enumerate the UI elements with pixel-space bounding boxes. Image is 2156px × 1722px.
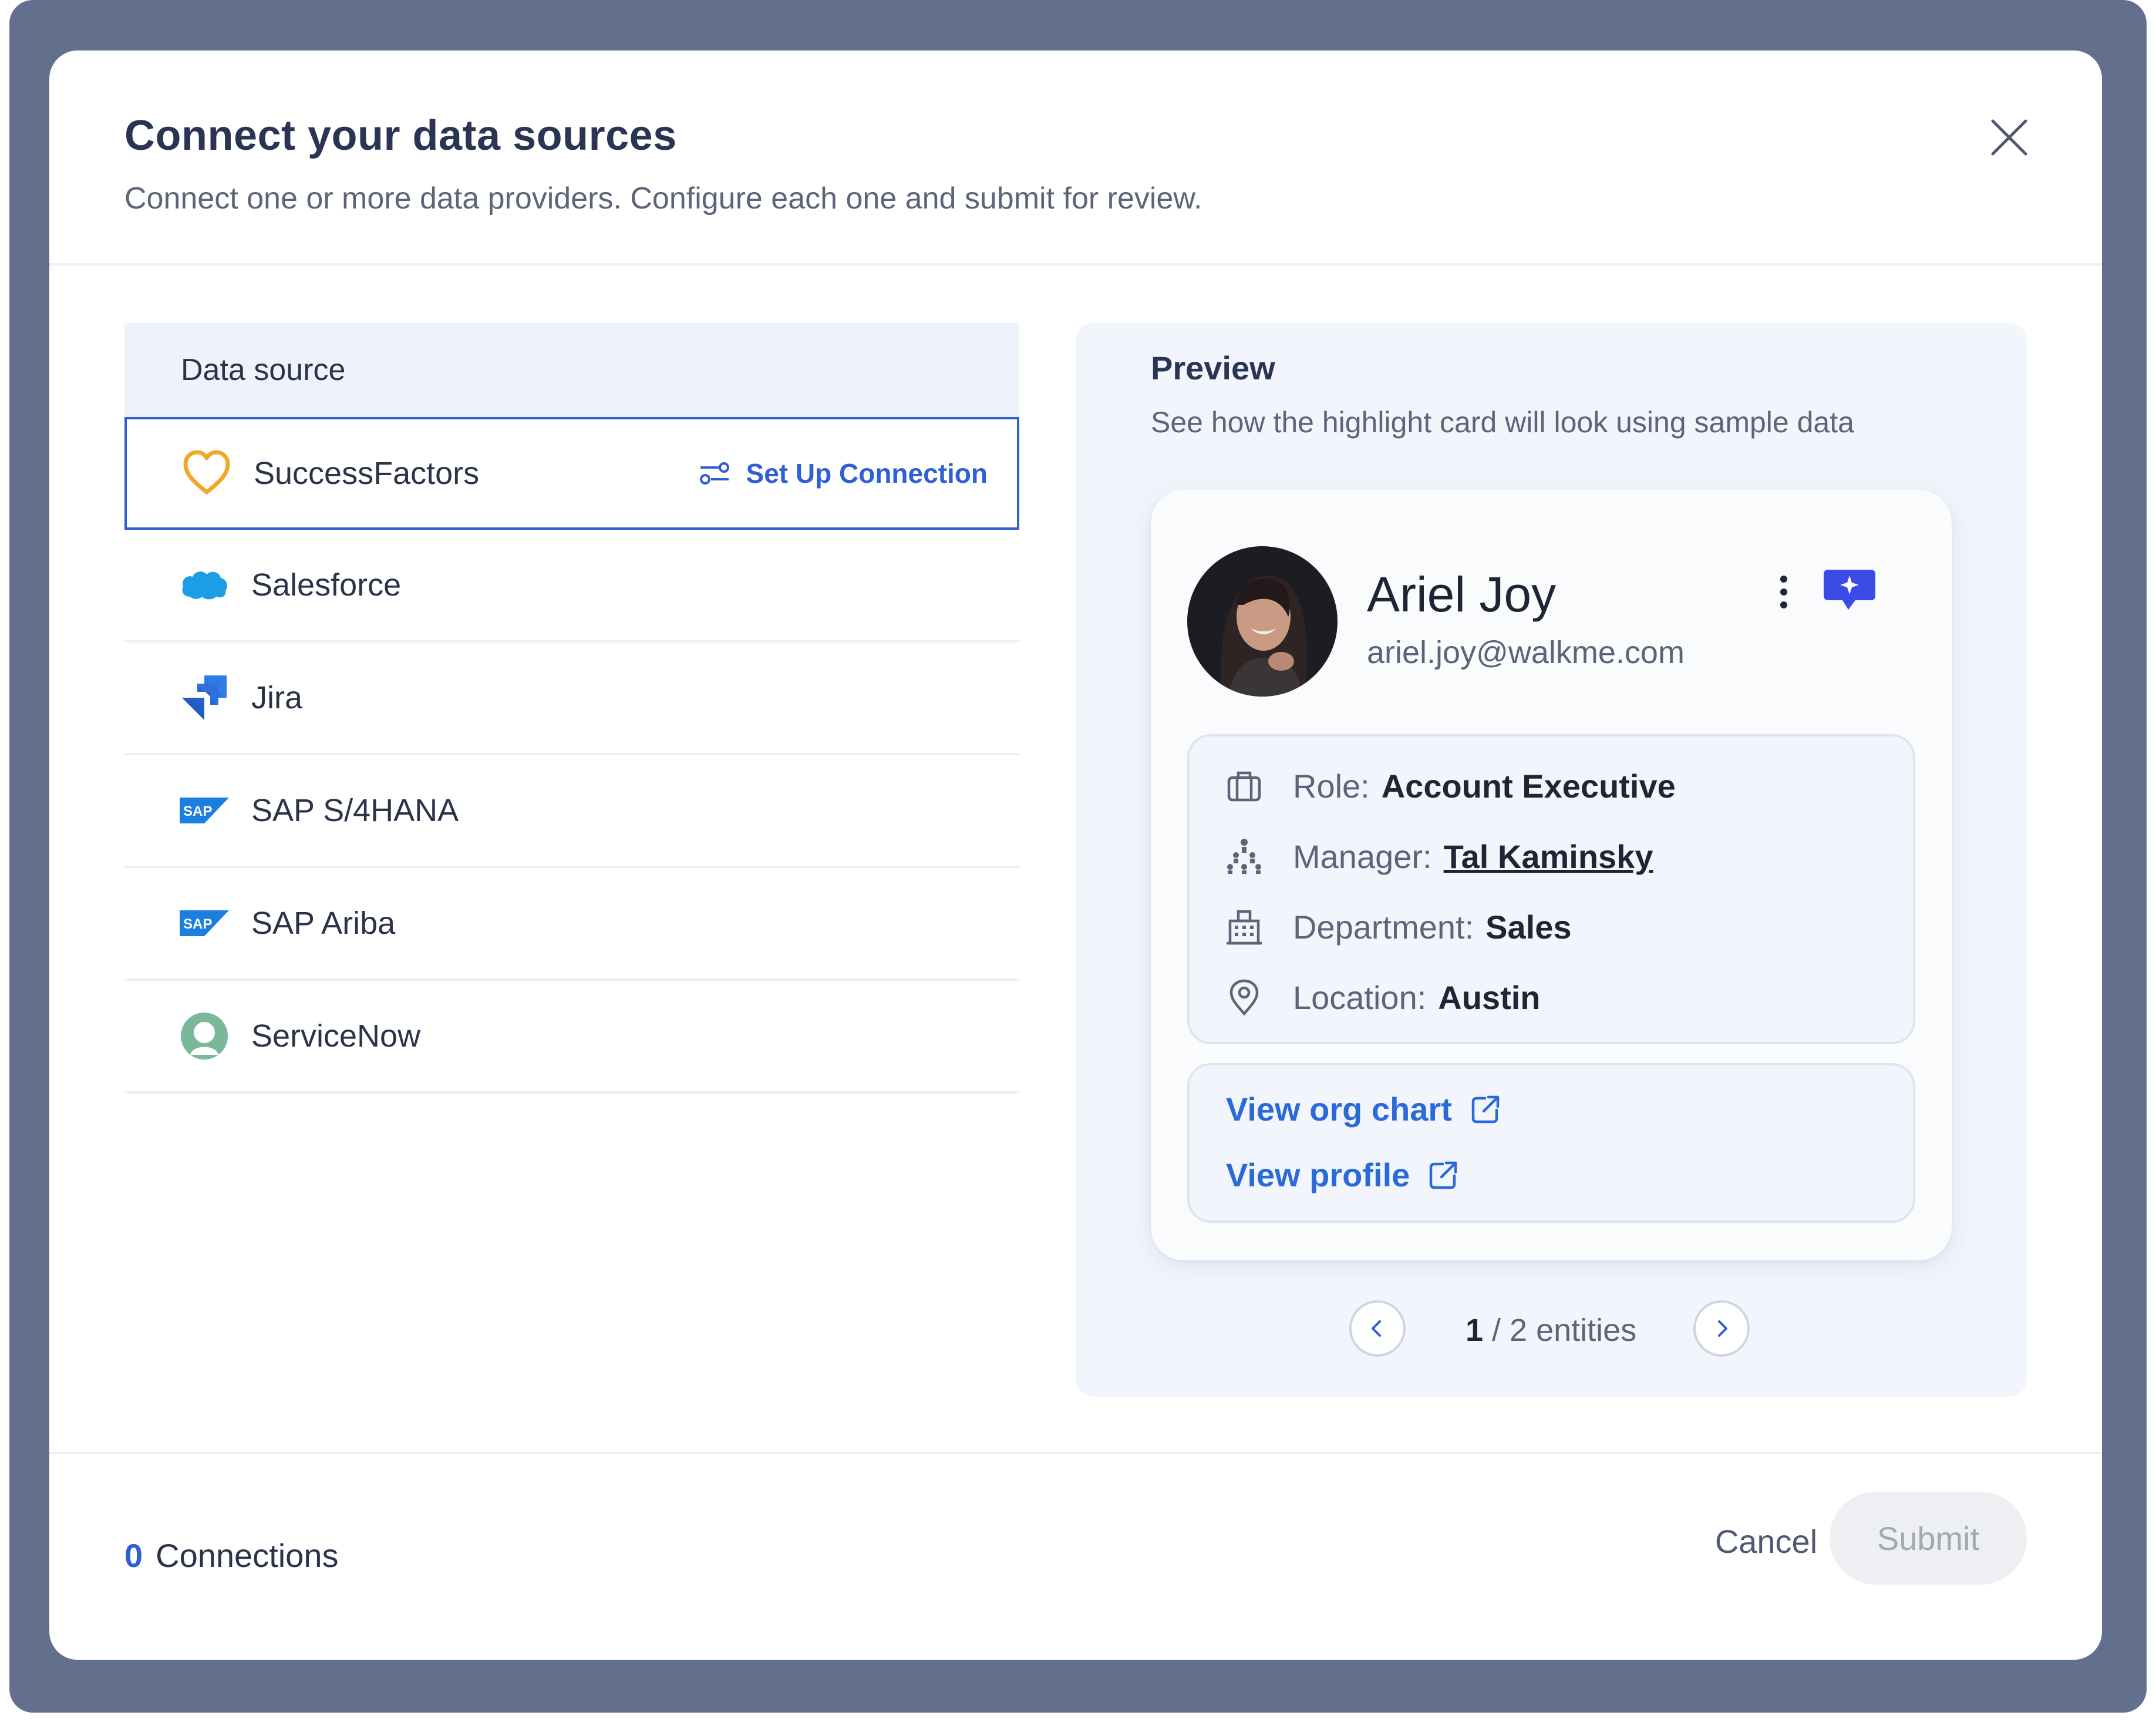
ai-assistant-button[interactable] [1820,565,1879,618]
role-value: Account Executive [1381,767,1676,805]
previous-entity-button[interactable] [1349,1300,1406,1357]
location-label: Location: [1293,978,1427,1016]
highlight-card: Ariel Joy ariel.joy@walkme.com Role: Acc… [1151,490,1952,1260]
preview-panel: Preview See how the highlight card will … [1076,323,2027,1397]
links-box: View org chart View profile [1187,1063,1915,1223]
org-chart-icon [1224,836,1265,877]
data-source-label: ServiceNow [251,1018,421,1054]
entity-counter: 1 / 2 entities [1466,1312,1636,1348]
view-profile-label: View profile [1226,1156,1410,1193]
connections-number: 0 [124,1537,143,1574]
data-source-salesforce[interactable]: Salesforce [124,530,1019,643]
submit-button[interactable]: Submit [1830,1492,2027,1585]
next-entity-button[interactable] [1693,1300,1750,1357]
data-source-label: SAP S/4HANA [251,793,459,828]
servicenow-icon [180,1011,229,1061]
close-icon [1991,119,2027,156]
person-email: ariel.joy@walkme.com [1367,635,1685,670]
preview-subtitle: See how the highlight card will look usi… [1151,406,1854,439]
entity-current: 1 [1466,1313,1484,1348]
data-source-label: Salesforce [251,567,402,603]
department-label: Department: [1293,908,1474,946]
chevron-right-icon [1718,1320,1727,1337]
external-link-icon [1430,1161,1457,1189]
manager-row: Manager: Tal Kaminsky [1224,833,1653,880]
data-source-header: Data source [124,323,1019,417]
chevron-left-icon [1372,1320,1381,1337]
connections-label: Connections [156,1537,339,1574]
sap-logo-icon: SAP [180,786,229,835]
set-up-connection-label: Set Up Connection [746,458,988,489]
view-profile-link[interactable]: View profile [1226,1156,1459,1194]
role-label: Role: [1293,767,1370,805]
data-source-sap-ariba[interactable]: SAP SAP Ariba [124,868,1019,981]
view-org-chart-link[interactable]: View org chart [1226,1090,1501,1128]
department-value: Sales [1485,908,1572,946]
data-source-successfactors[interactable]: SuccessFactors Set Up Connection [124,417,1019,530]
data-source-sap-s4hana[interactable]: SAP SAP S/4HANA [124,755,1019,868]
dialog-header: Connect your data sources Connect one or… [49,51,2102,265]
sparkle-chat-icon [1824,570,1875,610]
manager-link[interactable]: Tal Kaminsky [1444,838,1653,876]
set-up-connection-button[interactable]: Set Up Connection [698,419,988,527]
data-source-jira[interactable]: Jira [124,643,1019,755]
dialog-subtitle: Connect one or more data providers. Conf… [124,181,1202,216]
data-source-list: Data source SuccessFactors Set Up Connec… [124,323,1019,1094]
salesforce-cloud-icon [180,560,229,610]
kebab-menu-icon [1780,576,1787,608]
sliders-icon [699,462,729,485]
data-source-label: SuccessFactors [254,456,480,491]
connect-data-sources-dialog: Connect your data sources Connect one or… [49,51,2102,1660]
data-source-servicenow[interactable]: ServiceNow [124,981,1019,1094]
data-source-label: Jira [251,680,303,715]
department-row: Department: Sales [1224,903,1571,950]
details-box: Role: Account Executive Manager: Tal Kam… [1187,734,1915,1044]
dialog-footer: 0 Connections Cancel Submit [49,1452,2102,1660]
external-link-icon [1471,1095,1500,1123]
heart-icon [182,449,231,498]
manager-label: Manager: [1293,838,1432,875]
dialog-title: Connect your data sources [124,112,677,159]
entity-total: / 2 entities [1483,1313,1637,1348]
location-pin-icon [1224,977,1265,1018]
role-row: Role: Account Executive [1224,762,1676,809]
view-org-chart-label: View org chart [1226,1091,1452,1128]
location-row: Location: Austin [1224,974,1541,1021]
building-icon [1224,906,1265,947]
close-button[interactable] [1987,115,2032,160]
svg-text:SAP: SAP [183,916,212,932]
sap-logo-icon: SAP [180,899,229,948]
person-name: Ariel Joy [1367,567,1557,622]
preview-title: Preview [1151,349,1275,386]
entity-pager: 1 / 2 entities [1076,1300,2027,1359]
jira-icon [180,673,229,722]
more-options-button[interactable] [1773,570,1794,617]
connections-count: 0 Connections [124,1536,338,1575]
avatar [1187,546,1338,697]
svg-text:SAP: SAP [183,803,212,819]
data-source-label: SAP Ariba [251,906,396,941]
location-value: Austin [1438,978,1541,1016]
briefcase-icon [1224,765,1265,806]
